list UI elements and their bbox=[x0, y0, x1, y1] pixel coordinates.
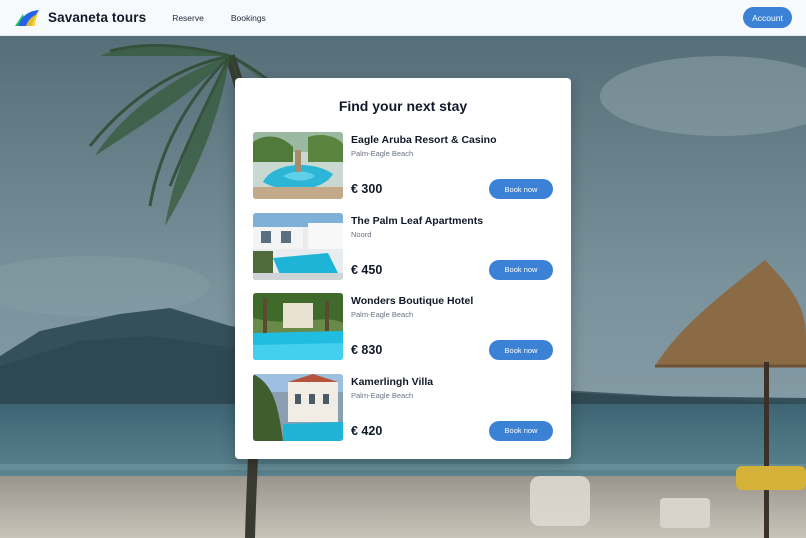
hotel-price: € 420 bbox=[351, 423, 383, 438]
card-title: Find your next stay bbox=[338, 98, 468, 114]
brand[interactable]: Savaneta tours bbox=[14, 8, 146, 28]
hotel-photo[interactable] bbox=[253, 373, 343, 441]
hotel-name: The Palm Leaf Apartments bbox=[351, 214, 484, 227]
hotel-name: Kamerlingh Villa bbox=[351, 375, 434, 388]
book-now-button[interactable]: Book now bbox=[489, 420, 553, 441]
hotel-price: € 300 bbox=[351, 182, 383, 196]
hotel-location: Palm-Eagle Beach bbox=[351, 310, 414, 319]
brand-name: Savaneta tours bbox=[48, 10, 147, 25]
hotel-location: Noord bbox=[351, 229, 372, 239]
savaneta-logo-icon bbox=[15, 9, 39, 26]
hotel-price: € 450 bbox=[351, 262, 383, 277]
hotel-location: Palm-Eagle Beach bbox=[351, 390, 414, 400]
main-nav: Reserve Bookings bbox=[172, 13, 293, 23]
book-now-button[interactable]: Book now bbox=[489, 259, 553, 280]
hotel-photo[interactable] bbox=[253, 293, 343, 360]
hotel-photo[interactable] bbox=[253, 132, 343, 199]
nav-bookings-link[interactable]: Bookings bbox=[231, 13, 266, 23]
hotel-price: € 830 bbox=[351, 343, 383, 357]
hotel-item: Eagle Aruba Resort & Casino Palm-Eagle B… bbox=[253, 132, 553, 213]
nav-reserve-link[interactable]: Reserve bbox=[172, 13, 204, 23]
hotel-item: Wonders Boutique Hotel Palm-Eagle Beach … bbox=[253, 293, 553, 374]
hotel-item: The Palm Leaf Apartments Noord € 450 Boo… bbox=[253, 212, 553, 294]
top-nav-bar: Savaneta tours Reserve Bookings Account bbox=[0, 0, 806, 36]
hotel-photo[interactable] bbox=[253, 212, 343, 280]
stay-finder-card: Find your next stay Eagle Aruba Resort &… bbox=[235, 78, 571, 459]
hotel-name: Eagle Aruba Resort & Casino bbox=[351, 134, 497, 146]
book-now-button[interactable]: Book now bbox=[489, 340, 553, 360]
hotel-name: Wonders Boutique Hotel bbox=[351, 295, 474, 307]
hotel-list: Eagle Aruba Resort & Casino Palm-Eagle B… bbox=[253, 132, 553, 454]
book-now-button[interactable]: Book now bbox=[489, 179, 553, 199]
hotel-location: Palm-Eagle Beach bbox=[351, 149, 414, 158]
hotel-item: Kamerlingh Villa Palm-Eagle Beach € 420 … bbox=[253, 373, 553, 455]
account-button[interactable]: Account bbox=[743, 7, 792, 28]
